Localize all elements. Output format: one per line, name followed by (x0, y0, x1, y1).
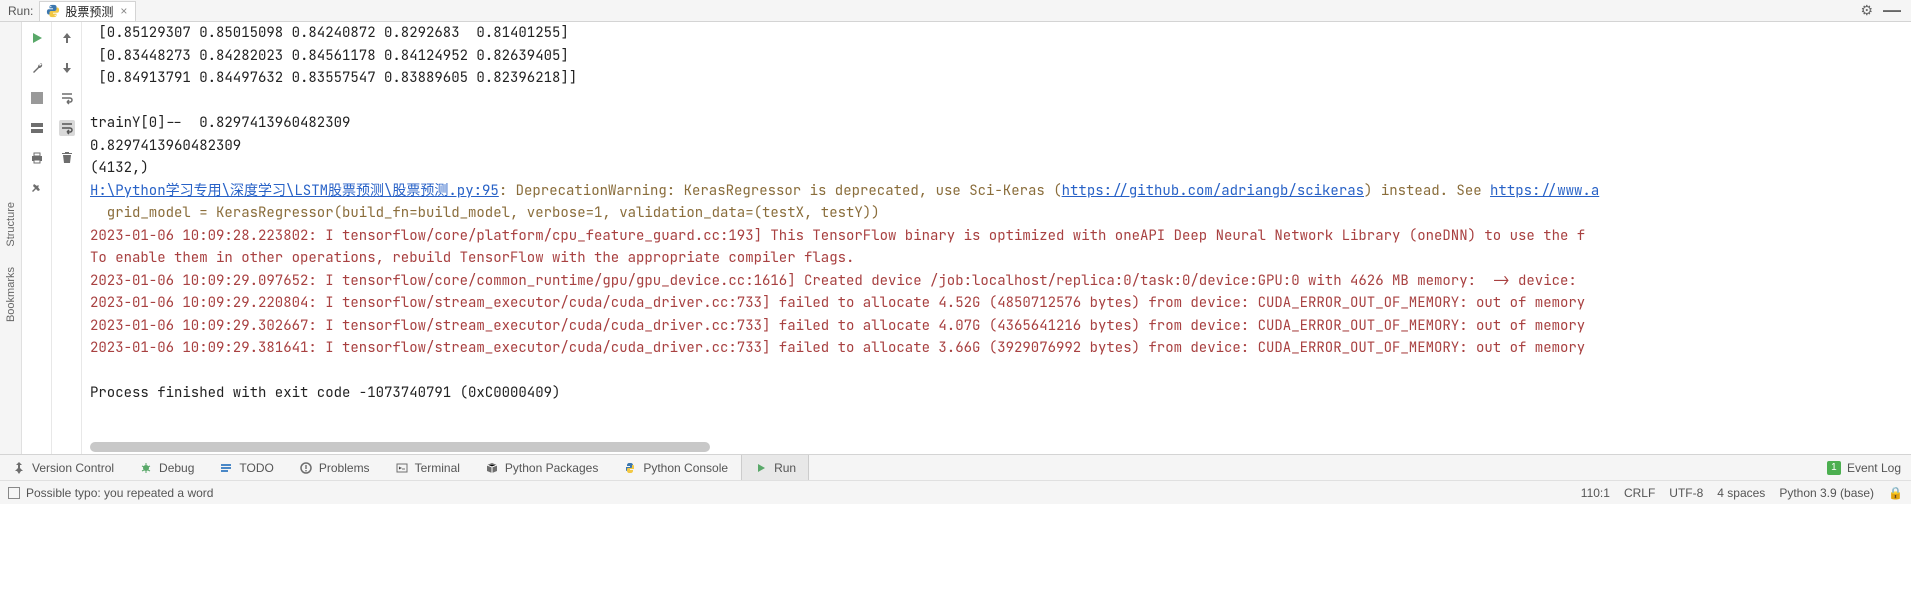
run-toolbar-left (22, 22, 52, 454)
print-icon[interactable] (29, 150, 45, 166)
file-encoding[interactable]: UTF-8 (1669, 486, 1703, 500)
lock-icon[interactable]: 🔒 (1888, 486, 1903, 500)
todo-icon (219, 461, 233, 475)
tool-window-toggle-icon[interactable] (8, 487, 20, 499)
gear-icon[interactable]: ⚙ (1860, 2, 1873, 19)
up-arrow-icon[interactable] (59, 30, 75, 46)
pin-icon[interactable] (29, 180, 45, 196)
bookmarks-tool-button[interactable]: Bookmarks (5, 267, 17, 322)
file-link[interactable]: H:\Python学习专用\深度学习\LSTM股票预测\股票预测.py:95 (90, 182, 499, 200)
scrollbar-thumb[interactable] (90, 442, 710, 452)
indent-setting[interactable]: 4 spaces (1717, 486, 1765, 500)
event-log-badge: 1 (1827, 461, 1841, 475)
bottom-tool-tabs: Version Control Debug TODO Problems Term… (0, 454, 1911, 480)
tab-python-console[interactable]: Python Console (611, 455, 741, 480)
wrench-icon[interactable] (29, 60, 45, 76)
left-tool-rail: Structure Bookmarks (0, 22, 22, 454)
run-tool-window-header: Run: 股票预测 × ⚙ — (0, 0, 1911, 22)
tab-version-control[interactable]: Version Control (0, 455, 127, 480)
caret-position[interactable]: 110:1 (1581, 486, 1610, 500)
tab-todo[interactable]: TODO (207, 455, 286, 480)
bug-icon (139, 461, 153, 475)
line-separator[interactable]: CRLF (1624, 486, 1655, 500)
run-icon (754, 461, 768, 475)
python-icon (46, 4, 60, 18)
structure-tool-button[interactable]: Structure (5, 202, 17, 247)
run-config-name: 股票预测 (65, 3, 113, 20)
horizontal-scrollbar[interactable] (90, 442, 1903, 452)
terminal-icon (395, 461, 409, 475)
trash-icon[interactable] (59, 150, 75, 166)
tab-python-packages[interactable]: Python Packages (473, 455, 611, 480)
url-link-scikeras[interactable]: https://github.com/adriangb/scikeras (1062, 182, 1364, 200)
python-console-icon (623, 461, 637, 475)
rerun-icon[interactable] (29, 30, 45, 46)
status-message: Possible typo: you repeated a word (26, 486, 213, 500)
run-config-tab[interactable]: 股票预测 × (39, 1, 136, 21)
down-arrow-icon[interactable] (59, 60, 75, 76)
tab-problems[interactable]: Problems (287, 455, 383, 480)
status-bar: Possible typo: you repeated a word 110:1… (0, 480, 1911, 504)
run-label: Run: (8, 4, 33, 18)
problems-icon (299, 461, 313, 475)
tab-run[interactable]: Run (741, 455, 809, 480)
console-output[interactable]: [0.85129307 0.85015098 0.84240872 0.8292… (82, 22, 1911, 454)
stop-icon[interactable] (29, 90, 45, 106)
run-toolbar-right (52, 22, 82, 454)
url-link-truncated[interactable]: https://www.a (1490, 182, 1599, 200)
packages-icon (485, 461, 499, 475)
tab-event-log[interactable]: Event Log (1847, 461, 1901, 475)
layout-icon[interactable] (29, 120, 45, 136)
vcs-icon (12, 461, 26, 475)
python-interpreter[interactable]: Python 3.9 (base) (1779, 486, 1874, 500)
tab-terminal[interactable]: Terminal (383, 455, 473, 480)
scroll-to-end-icon[interactable] (59, 120, 75, 136)
hide-icon[interactable]: — (1883, 0, 1901, 21)
tab-debug[interactable]: Debug (127, 455, 207, 480)
soft-wrap-icon[interactable] (59, 90, 75, 106)
main-area: Structure Bookmarks [0.85129307 0.850150… (0, 22, 1911, 454)
close-icon[interactable]: × (120, 4, 127, 18)
